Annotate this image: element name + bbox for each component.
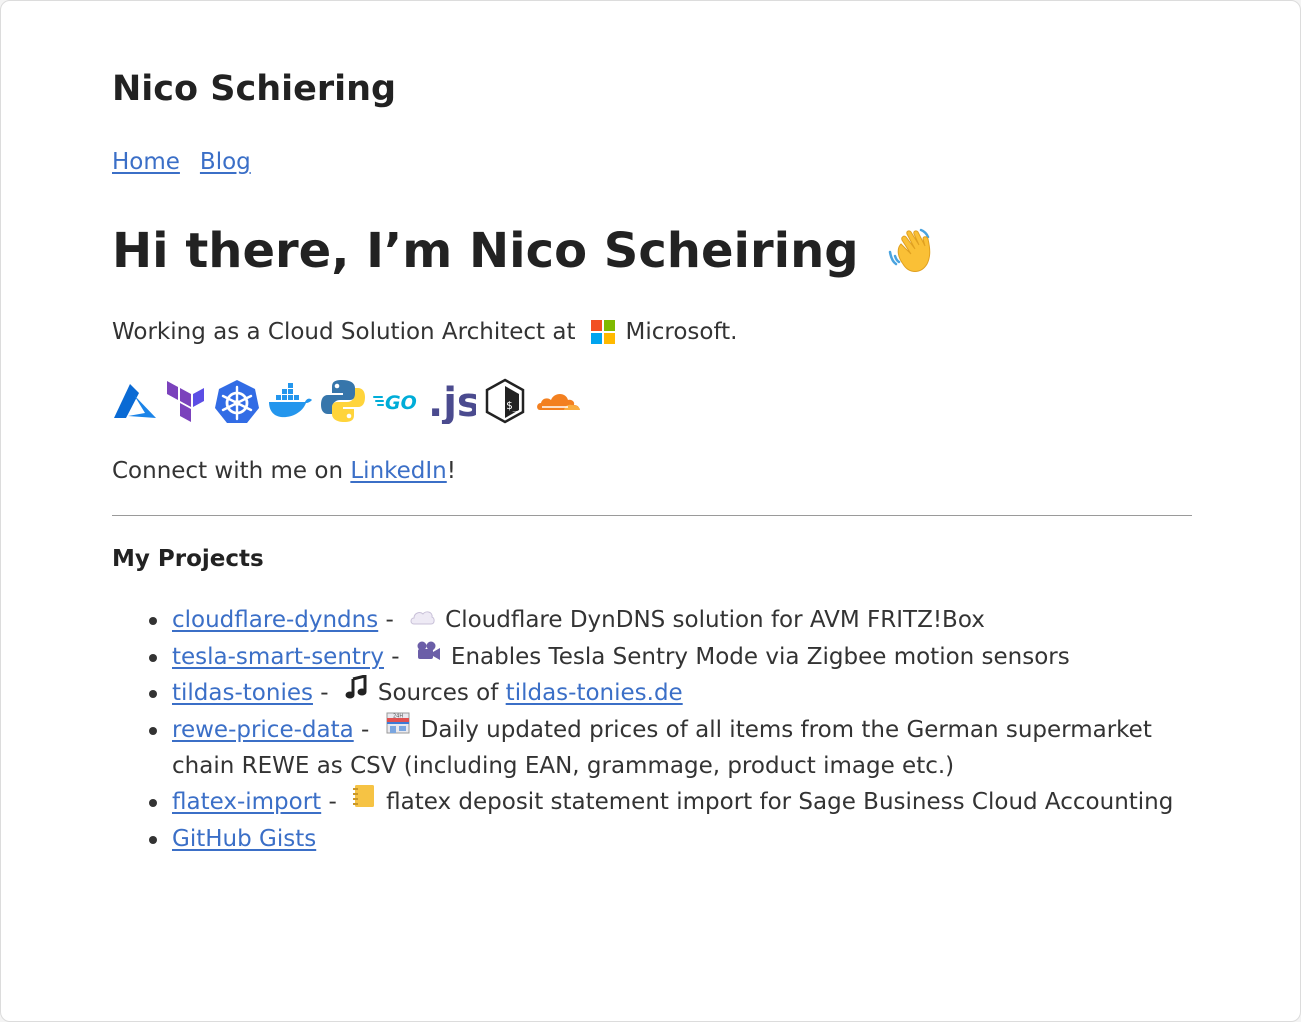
separator: -: [353, 716, 377, 743]
project-link-cloudflare-dyndns[interactable]: cloudflare-dyndns: [172, 607, 378, 633]
cloud-icon: [409, 601, 435, 637]
divider: [112, 515, 1192, 516]
javascript-icon: .js: [428, 378, 476, 424]
notebook-icon: [352, 783, 376, 819]
separator: -: [312, 680, 336, 706]
project-link-github-gists[interactable]: GitHub Gists: [172, 826, 316, 852]
convenience-store-icon: 24H: [385, 710, 411, 746]
project-description: Sources of: [377, 680, 506, 706]
list-item: cloudflare-dyndns - Cloudflare DynDNS so…: [149, 601, 1192, 639]
kubernetes-icon: [214, 378, 260, 424]
project-link-flatex-import[interactable]: flatex-import: [172, 789, 321, 815]
projects-heading: My Projects: [112, 546, 264, 572]
connect-line: Connect with me on LinkedIn!: [112, 458, 456, 484]
hero-heading: Hi there, I’m Nico Scheiring: [112, 223, 939, 279]
tech-icons-row: GO .js $_: [112, 378, 589, 424]
svg-text:GO: GO: [385, 392, 417, 414]
separator: -: [321, 789, 345, 815]
list-item: GitHub Gists: [149, 821, 1192, 857]
video-camera-icon: [415, 637, 441, 673]
project-link-tesla-smart-sentry[interactable]: tesla-smart-sentry: [172, 644, 384, 670]
separator: -: [378, 607, 402, 633]
intro-line: Working as a Cloud Solution Architect at…: [112, 319, 737, 345]
connect-prefix: Connect with me on: [112, 458, 351, 484]
svg-text:24H: 24H: [393, 714, 403, 720]
project-link-rewe-price-data[interactable]: rewe-price-data: [172, 717, 354, 743]
cloudflare-icon: [534, 386, 582, 416]
list-item: tesla-smart-sentry - Enables Tesla Sentr…: [149, 637, 1192, 676]
company-name: Microsoft.: [625, 319, 738, 345]
svg-text:.js: .js: [428, 380, 476, 424]
projects-list: cloudflare-dyndns - Cloudflare DynDNS so…: [112, 602, 1192, 857]
connect-suffix: !: [446, 458, 456, 484]
microsoft-logo-icon: [591, 320, 616, 344]
nav-link-home[interactable]: Home: [112, 149, 180, 175]
project-description: Enables Tesla Sentry Mode via Zigbee mot…: [450, 643, 1070, 670]
docker-icon: [267, 383, 313, 419]
music-note-icon: [344, 673, 368, 710]
go-icon: GO: [373, 386, 421, 416]
list-item: tildas-tonies - Sources of tildas-tonies…: [149, 673, 1192, 712]
terraform-icon: [165, 379, 207, 423]
page-frame: Nico Schiering Home Blog Hi there, I’m Ni…: [0, 0, 1301, 1022]
python-icon: [320, 378, 366, 424]
linkedin-link[interactable]: LinkedIn: [350, 458, 446, 484]
separator: -: [384, 643, 407, 670]
hero-heading-text: Hi there, I’m Nico Scheiring: [112, 223, 859, 279]
svg-text:$_: $_: [506, 399, 520, 412]
intro-text: Working as a Cloud Solution Architect at: [112, 319, 576, 345]
project-description: Cloudflare DynDNS solution for AVM FRITZ…: [445, 607, 985, 633]
list-item: flatex-import - flatex deposit statement…: [149, 783, 1192, 821]
tildas-tonies-site-link[interactable]: tildas-tonies.de: [506, 680, 683, 706]
project-link-tildas-tonies[interactable]: tildas-tonies: [172, 680, 313, 706]
list-item: rewe-price-data - 24H Daily updated price…: [149, 710, 1192, 785]
site-nav: Home Blog: [112, 149, 271, 175]
nav-link-blog[interactable]: Blog: [200, 149, 251, 175]
azure-icon: [112, 381, 158, 421]
site-title[interactable]: Nico Schiering: [112, 69, 396, 109]
waving-hand-icon: [885, 224, 939, 278]
bash-icon: $_: [483, 378, 527, 424]
project-description: flatex deposit statement import for Sage…: [386, 789, 1174, 815]
